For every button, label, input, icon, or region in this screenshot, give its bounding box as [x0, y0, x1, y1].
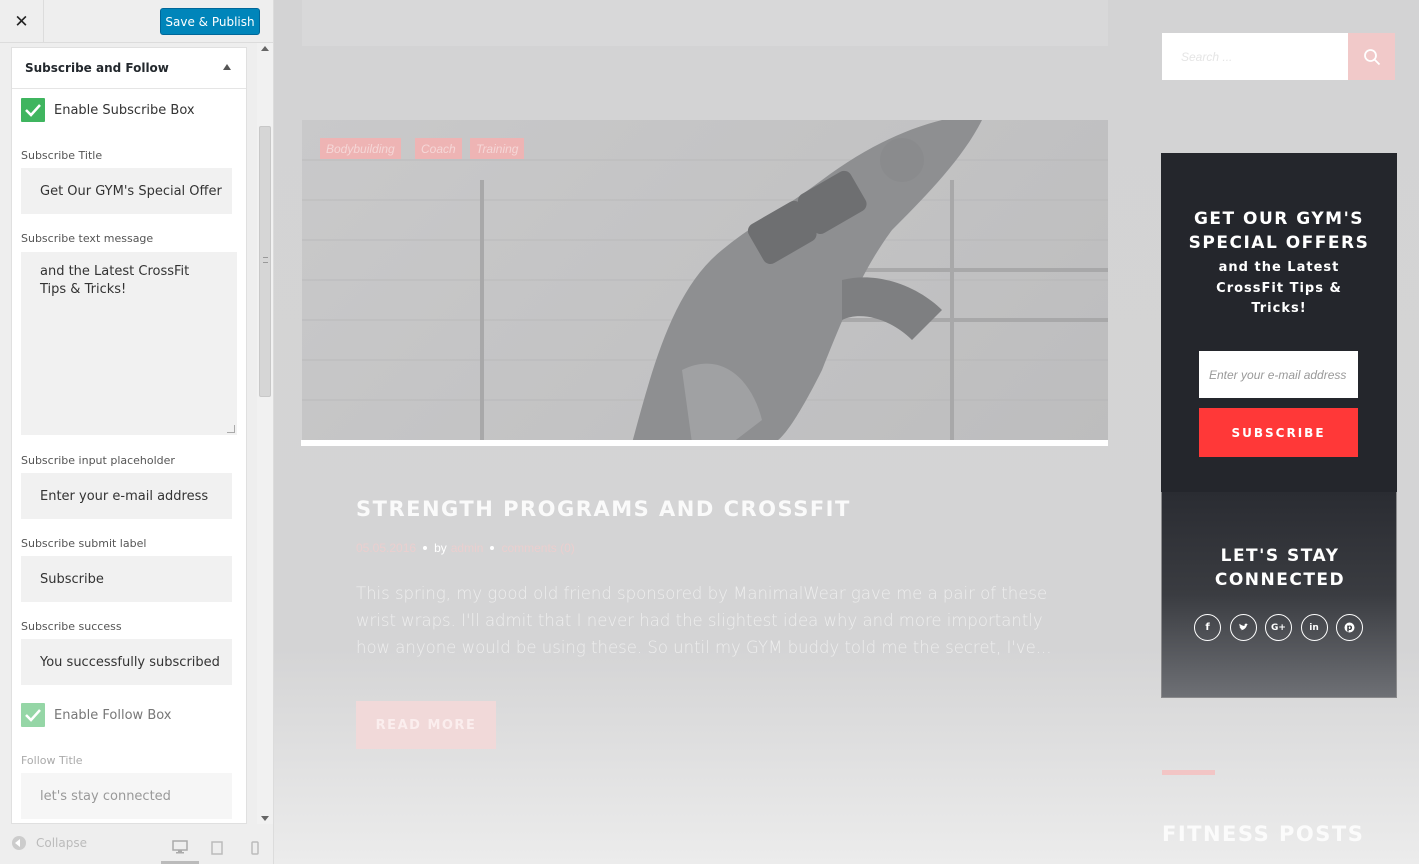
linkedin-icon[interactable]: in — [1300, 614, 1328, 641]
panel-scrollbar[interactable] — [257, 43, 273, 824]
customizer-header: ✕ Save & Publish — [0, 0, 273, 43]
close-icon[interactable]: ✕ — [0, 0, 44, 43]
enable-follow-checkbox[interactable] — [21, 703, 45, 727]
follow-title-line: CONNECTED — [1214, 570, 1346, 590]
read-more-button[interactable]: READ MORE — [356, 701, 496, 749]
athlete-image — [302, 120, 1108, 443]
checkmark-icon — [25, 709, 41, 722]
enable-subscribe-label: Enable Subscribe Box — [54, 102, 195, 118]
collapse-arrow-icon[interactable] — [223, 64, 231, 70]
resize-handle-icon[interactable] — [227, 425, 235, 433]
mobile-icon — [251, 841, 259, 855]
search-input[interactable]: Search ... — [1162, 33, 1348, 80]
follow-title-label: Follow Title — [21, 754, 83, 767]
collapse-icon — [12, 836, 26, 850]
tag-training[interactable]: Training — [470, 138, 525, 159]
site-preview: Bodybuilding Coach Training STRENGTH PRO… — [274, 0, 1419, 864]
subscribe-title-line: GET OUR GYM'S — [1193, 209, 1365, 229]
enable-follow-label: Enable Follow Box — [54, 707, 172, 723]
meta-separator — [423, 546, 428, 550]
meta-separator — [490, 546, 495, 550]
preview-top-bar — [302, 0, 1108, 46]
social-icons: f G+ in p — [1194, 614, 1372, 641]
success-input[interactable]: You successfully subscribed — [21, 639, 232, 685]
post-author[interactable]: admin — [451, 541, 484, 555]
input-placeholder-label: Subscribe input placeholder — [21, 454, 175, 467]
subscribe-title-line: SPECIAL OFFERS — [1188, 233, 1370, 253]
post-meta: 05.05.2016 by admin comments (0) — [356, 541, 575, 555]
twitter-icon[interactable] — [1229, 614, 1257, 641]
subscribe-widget-text: and the Latest CrossFit Tips & Tricks! — [1216, 260, 1342, 316]
post-title[interactable]: STRENGTH PROGRAMS AND CROSSFIT — [356, 497, 851, 521]
post-comments[interactable]: comments (0) — [501, 541, 574, 555]
tag-bodybuilding[interactable]: Bodybuilding — [320, 138, 401, 159]
desktop-preview-button[interactable] — [161, 832, 199, 864]
subscribe-follow-panel: Subscribe and Follow Enable Subscribe Bo… — [11, 47, 247, 824]
fitness-accent-bar — [1162, 770, 1215, 775]
pinterest-icon[interactable]: p — [1336, 614, 1363, 641]
fitness-posts-title: FITNESS POSTS — [1162, 822, 1365, 846]
customizer-footer: Collapse — [0, 824, 273, 864]
by-label: by — [434, 541, 447, 555]
submit-label-label: Subscribe submit label — [21, 537, 147, 550]
follow-widget-title: LET'S STAY CONNECTED — [1162, 544, 1398, 592]
follow-widget: LET'S STAY CONNECTED f G+ in p — [1161, 492, 1397, 698]
scroll-thumb[interactable] — [259, 126, 271, 397]
input-placeholder-input[interactable]: Enter your e-mail address — [21, 473, 232, 519]
follow-title-input[interactable]: let's stay connected — [21, 773, 232, 819]
grip-icon — [263, 257, 268, 263]
svg-text:p: p — [1347, 623, 1353, 632]
subscribe-title-label: Subscribe Title — [21, 149, 103, 162]
collapse-label: Collapse — [36, 836, 87, 850]
save-publish-button[interactable]: Save & Publish — [160, 8, 260, 35]
post-excerpt: This spring, my good old friend sponsore… — [356, 584, 1052, 657]
subscribe-text-textarea[interactable]: and the Latest CrossFit Tips & Tricks! — [21, 252, 237, 435]
subscribe-title-input[interactable]: Get Our GYM's Special Offer — [21, 168, 232, 214]
follow-title-line: LET'S STAY — [1220, 546, 1340, 566]
section-header[interactable]: Subscribe and Follow — [12, 48, 246, 89]
search-icon — [1363, 48, 1380, 65]
post-date[interactable]: 05.05.2016 — [356, 541, 416, 555]
tag-coach[interactable]: Coach — [415, 138, 462, 159]
facebook-icon[interactable]: f — [1194, 614, 1221, 641]
mobile-preview-button[interactable] — [236, 832, 274, 864]
search-button[interactable] — [1348, 33, 1395, 80]
desktop-icon — [172, 839, 188, 853]
collapse-button[interactable]: Collapse — [12, 836, 87, 850]
subscribe-text-label: Subscribe text message — [21, 232, 154, 245]
success-label: Subscribe success — [21, 620, 122, 633]
subscribe-widget-title: GET OUR GYM'S SPECIAL OFFERS — [1161, 207, 1397, 255]
subscribe-button[interactable]: SUBSCRIBE — [1199, 408, 1358, 457]
post-featured-image[interactable] — [302, 120, 1108, 443]
image-divider — [301, 440, 1108, 446]
enable-subscribe-row[interactable]: Enable Subscribe Box — [21, 98, 195, 122]
scroll-down-icon[interactable] — [261, 816, 269, 821]
tablet-preview-button[interactable] — [198, 832, 236, 864]
google-plus-icon[interactable]: G+ — [1265, 614, 1292, 641]
customizer-sidebar: ✕ Save & Publish Subscribe and Follow En… — [0, 0, 274, 864]
scroll-up-icon[interactable] — [261, 46, 269, 51]
tablet-icon — [211, 841, 223, 855]
checkmark-icon — [25, 104, 41, 117]
enable-follow-row[interactable]: Enable Follow Box — [21, 703, 172, 727]
enable-subscribe-checkbox[interactable] — [21, 98, 45, 122]
subscribe-text-value: and the Latest CrossFit Tips & Tricks! — [40, 264, 190, 297]
subscribe-widget: GET OUR GYM'S SPECIAL OFFERS and the Lat… — [1161, 153, 1397, 492]
section-title: Subscribe and Follow — [25, 61, 169, 75]
subscribe-email-input[interactable]: Enter your e-mail address — [1199, 351, 1358, 398]
submit-label-input[interactable]: Subscribe — [21, 556, 232, 602]
